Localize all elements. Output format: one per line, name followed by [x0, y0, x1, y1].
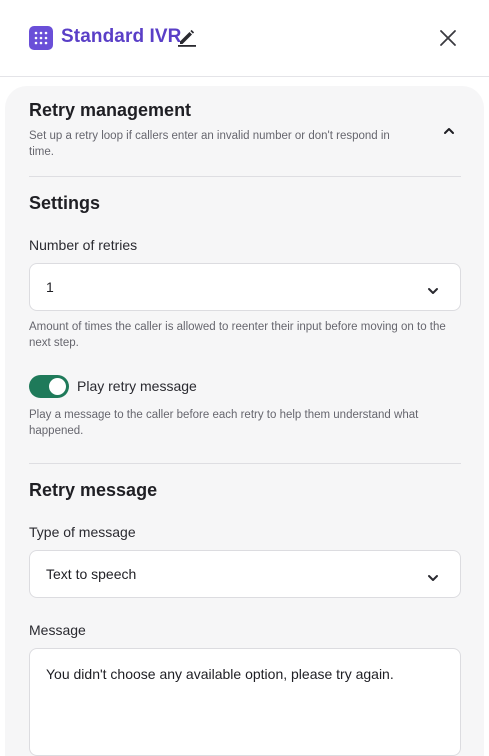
page-title: Standard IVR [61, 26, 182, 47]
toggle-knob [49, 378, 66, 395]
pencil-icon[interactable] [177, 27, 197, 52]
divider [29, 176, 461, 177]
settings-title: Settings [29, 193, 101, 213]
retries-help: Amount of times the caller is allowed to… [29, 321, 446, 349]
message-type-select[interactable]: Text to speech [29, 550, 461, 598]
play-retry-help: Play a message to the caller before each… [29, 409, 419, 437]
play-retry-toggle[interactable] [29, 375, 69, 398]
keypad-icon [29, 26, 53, 50]
retry-management-description: Set up a retry loop if callers enter an … [29, 130, 390, 158]
message-label: Message [29, 622, 86, 638]
close-icon[interactable] [438, 28, 458, 53]
chevron-down-icon [427, 570, 439, 588]
message-textarea[interactable]: You didn't choose any available option, … [29, 648, 461, 756]
retry-management-title: Retry management [29, 100, 192, 120]
chevron-down-icon [427, 283, 439, 301]
message-type-value: Text to speech [46, 566, 137, 582]
retries-value: 1 [46, 279, 54, 295]
chevron-up-icon[interactable] [443, 124, 455, 142]
message-type-label: Type of message [29, 524, 136, 540]
divider [29, 463, 461, 464]
retries-select[interactable]: 1 [29, 263, 461, 311]
retry-message-title: Retry message [29, 480, 158, 500]
header: Standard IVR [0, 0, 489, 77]
message-text: You didn't choose any available option, … [46, 666, 394, 682]
play-retry-label: Play retry message [77, 378, 197, 394]
retries-label: Number of retries [29, 237, 138, 253]
